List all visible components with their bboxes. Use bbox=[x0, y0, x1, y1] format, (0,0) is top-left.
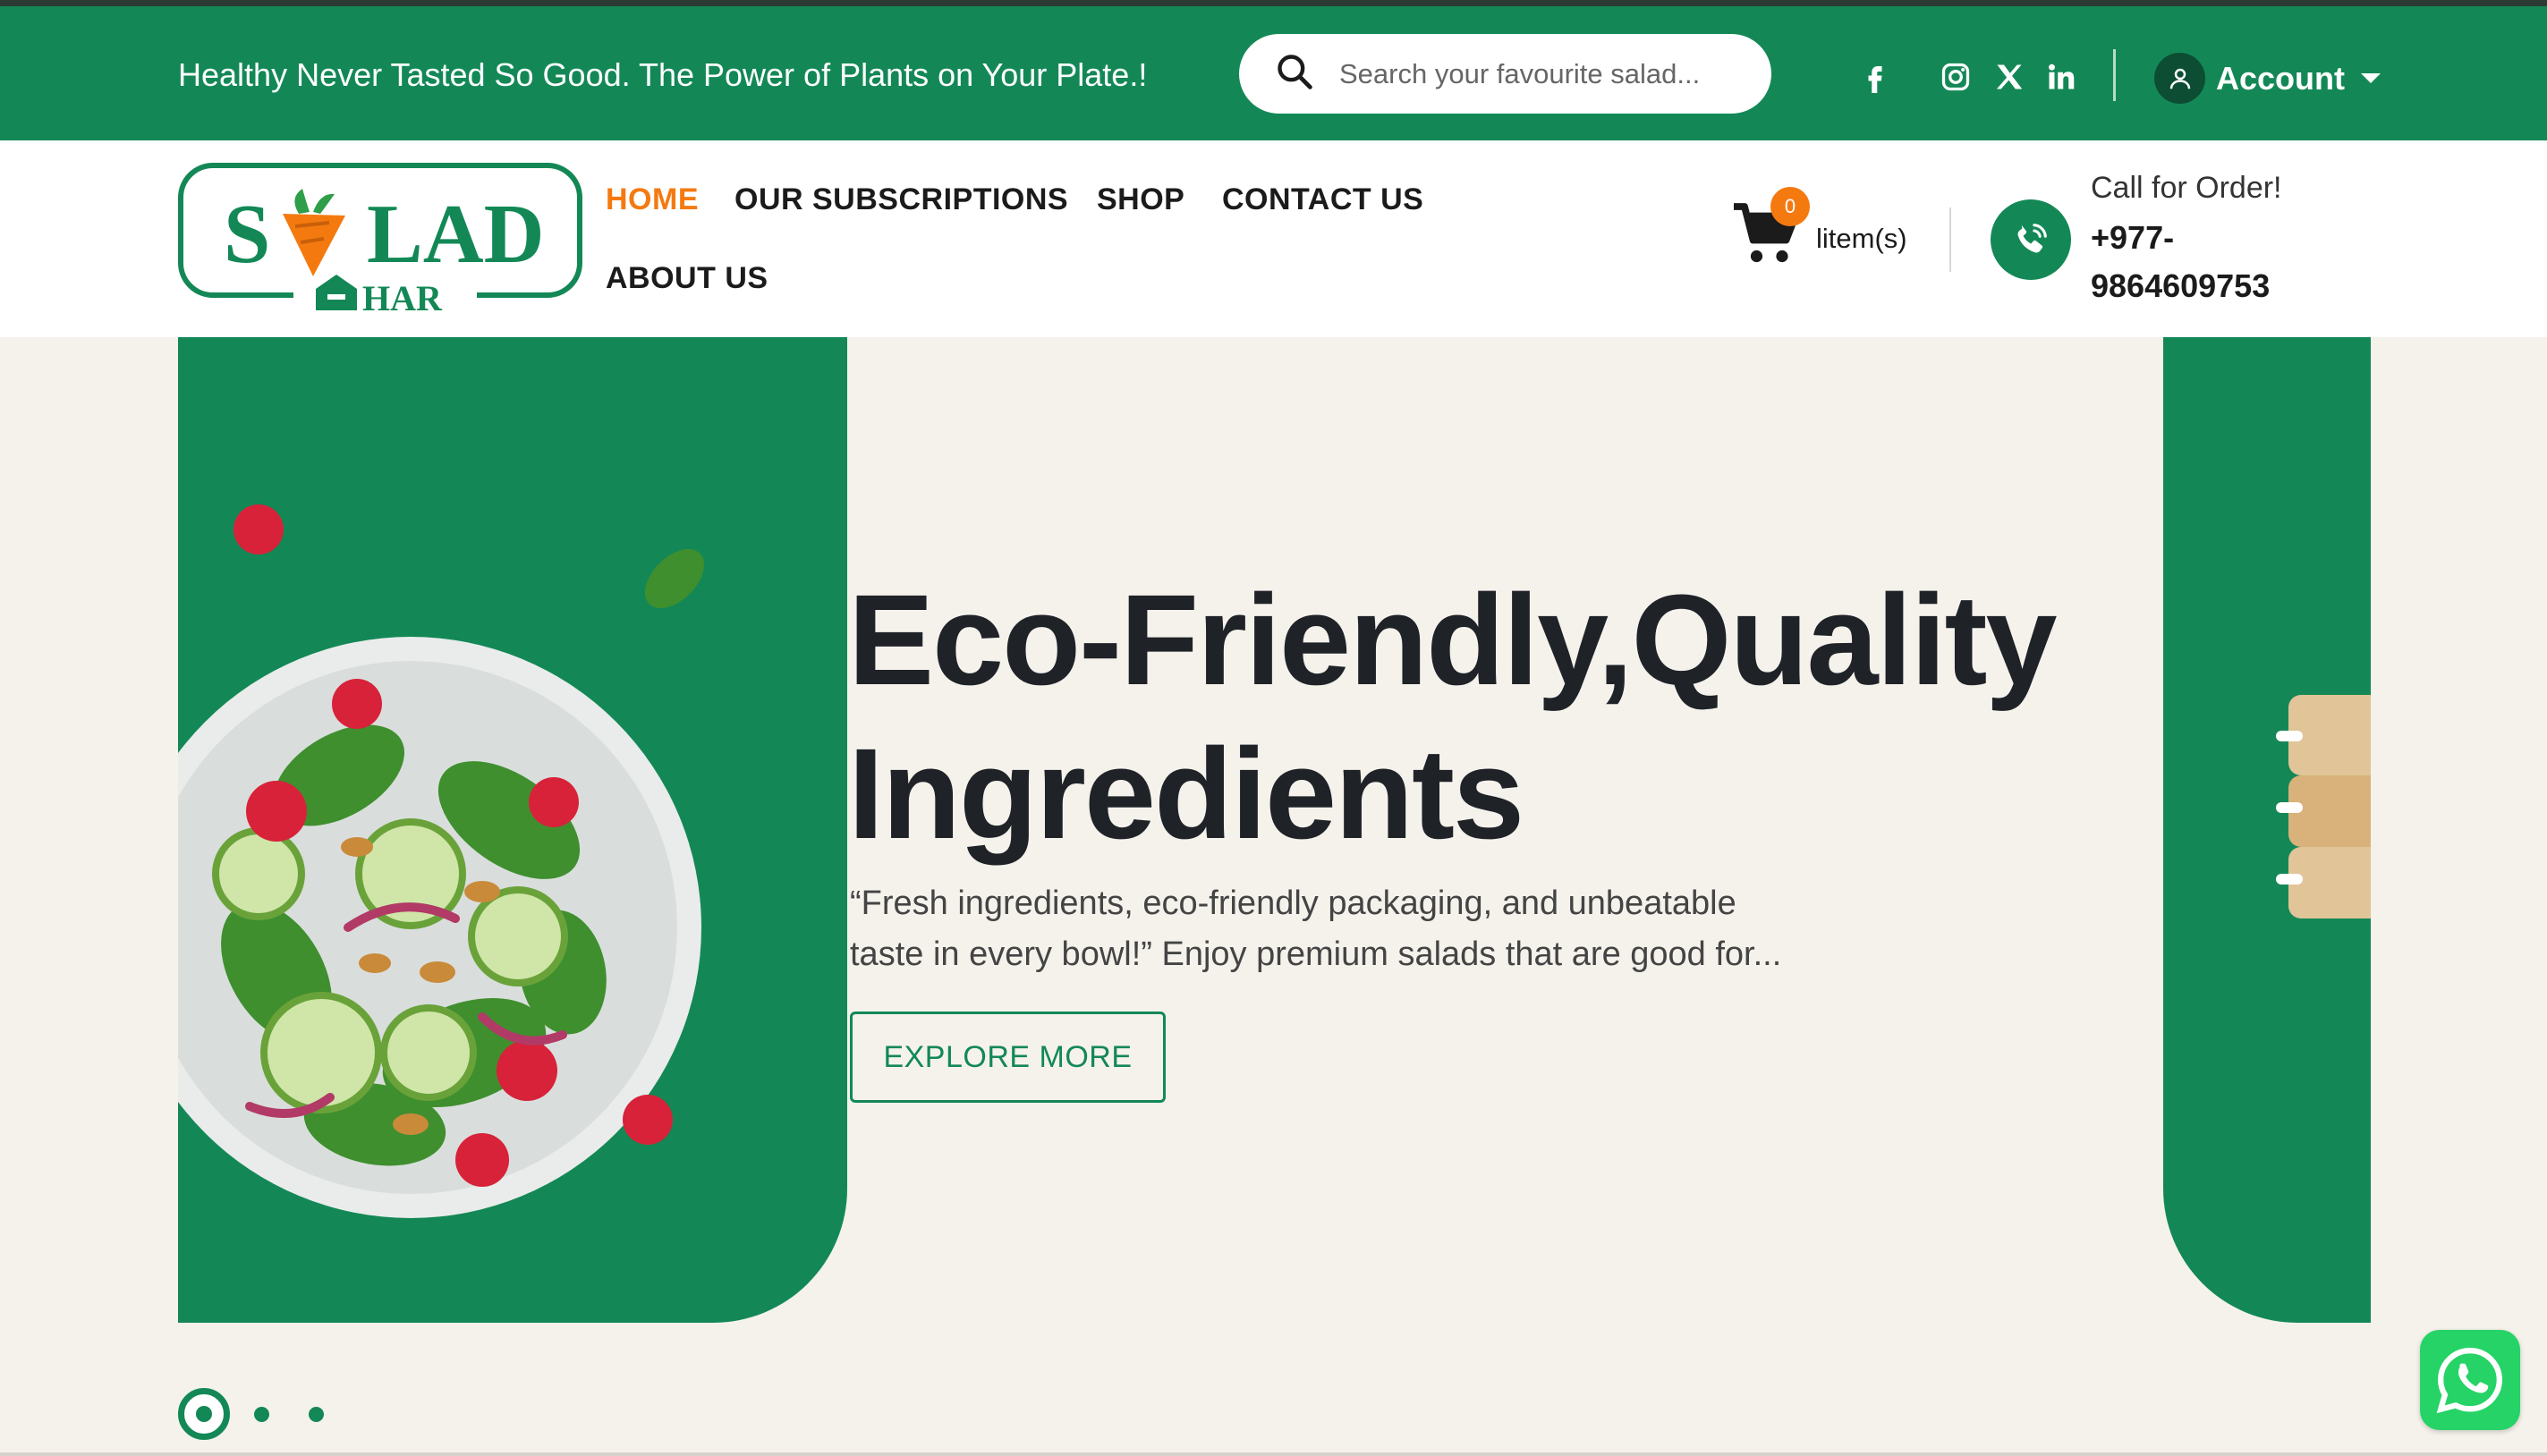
nav-contact-us[interactable]: CONTACT US bbox=[1222, 182, 1423, 217]
tomato-decor bbox=[233, 504, 284, 554]
explore-more-button[interactable]: EXPLORE MORE bbox=[850, 1012, 1166, 1103]
salad-bowl-image bbox=[178, 637, 701, 1218]
nav-home[interactable]: HOME bbox=[606, 182, 699, 217]
search-icon[interactable] bbox=[1275, 52, 1314, 96]
account-menu[interactable]: Account bbox=[2154, 53, 2381, 104]
header-divider bbox=[1949, 207, 1951, 272]
tagline: Healthy Never Tasted So Good. The Power … bbox=[178, 56, 1148, 93]
tomato-decor bbox=[623, 1095, 673, 1145]
cart-label[interactable]: litem(s) bbox=[1816, 223, 1907, 255]
hero-subtitle-line-1: “Fresh ingredients, eco-friendly packagi… bbox=[850, 885, 1736, 922]
leaf-decor bbox=[645, 549, 704, 608]
site-logo[interactable]: S LAD HAR bbox=[177, 162, 584, 318]
cart-count-badge: 0 bbox=[1770, 187, 1810, 226]
top-bar: Healthy Never Tasted So Good. The Power … bbox=[0, 6, 2547, 140]
slider-dot-3[interactable] bbox=[309, 1407, 324, 1422]
window-top-border bbox=[0, 0, 2547, 6]
nav-shop[interactable]: SHOP bbox=[1097, 182, 1184, 217]
instagram-icon[interactable] bbox=[1937, 58, 1974, 96]
hero-subtitle: “Fresh ingredients, eco-friendly packagi… bbox=[850, 878, 1834, 980]
hero-next-slide-panel bbox=[2163, 337, 2371, 1323]
nav-our-subscriptions[interactable]: OUR SUBSCRIPTIONS bbox=[734, 182, 1068, 217]
nav-about-us[interactable]: ABOUT US bbox=[606, 261, 768, 296]
hero-title-line-2: Ingredients bbox=[848, 722, 1524, 866]
user-icon bbox=[2154, 53, 2205, 104]
whatsapp-icon bbox=[2436, 1348, 2502, 1414]
main-header: S LAD HAR HOME OUR SUBSCRIPTIONS SHOP CO… bbox=[0, 140, 2547, 337]
linkedin-icon[interactable] bbox=[2042, 58, 2080, 96]
search-input[interactable] bbox=[1339, 57, 1733, 90]
logo-text-lad: LAD bbox=[367, 188, 544, 281]
account-label[interactable]: Account bbox=[2216, 60, 2345, 97]
call-for-order-label: Call for Order! bbox=[2091, 171, 2282, 205]
search-box[interactable] bbox=[1239, 34, 1771, 114]
salad-containers-image bbox=[2276, 695, 2371, 918]
logo-text-har: HAR bbox=[362, 278, 443, 312]
logo-letter-s: S bbox=[224, 188, 270, 281]
x-icon[interactable] bbox=[1991, 58, 2028, 96]
facebook-icon[interactable] bbox=[1856, 58, 1894, 96]
slider-dot-2[interactable] bbox=[254, 1407, 269, 1422]
slider-dot-1[interactable] bbox=[178, 1388, 230, 1440]
hero-slide-image-panel bbox=[178, 337, 847, 1323]
whatsapp-chat-button[interactable] bbox=[2420, 1330, 2520, 1430]
chevron-down-icon[interactable] bbox=[2361, 73, 2381, 83]
hero-title: Eco-Friendly,Quality Ingredients bbox=[848, 563, 2154, 871]
phone-number[interactable]: 9864609753 bbox=[2091, 267, 2270, 305]
phone-icon[interactable] bbox=[1991, 199, 2071, 280]
hero-subtitle-line-2: taste in every bowl!” Enjoy premium sala… bbox=[850, 935, 1782, 973]
page-bottom-border bbox=[0, 1452, 2547, 1456]
phone-number-prefix[interactable]: +977- bbox=[2091, 219, 2174, 257]
topbar-divider bbox=[2113, 49, 2116, 101]
hero-title-line-1: Eco-Friendly,Quality bbox=[848, 568, 2058, 712]
